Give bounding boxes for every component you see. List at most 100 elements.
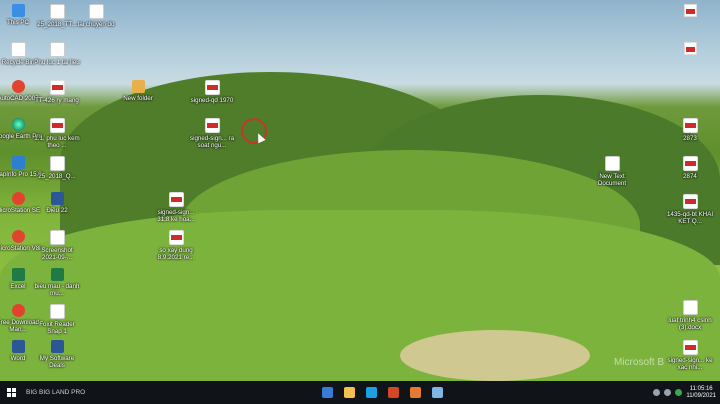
desktop-shortcut-label: signed-sign... ra soat ngu... <box>189 135 235 149</box>
taskbar-app-button[interactable] <box>338 381 360 404</box>
desktop-shortcut[interactable]: New folder <box>114 80 162 102</box>
microstation-icon <box>11 192 25 205</box>
desktop-shortcut[interactable]: 1.1. phu luc kem theo ... <box>33 118 81 149</box>
taskbar-search-label[interactable]: BIG BIG LAND PRO <box>22 389 316 396</box>
word-doc-icon <box>50 340 64 353</box>
word-doc-icon <box>50 192 64 205</box>
windows-logo-icon <box>6 388 16 397</box>
google-earth-icon <box>11 118 25 131</box>
calculator-icon <box>321 387 333 398</box>
text-doc-icon <box>604 156 620 171</box>
hill <box>400 330 590 381</box>
pdf-icon[interactable] <box>684 4 697 17</box>
desktop-shortcut[interactable]: bieu mau - danh mu... <box>33 268 81 297</box>
taskbar-app-button[interactable] <box>360 381 382 404</box>
document-icon <box>49 156 65 171</box>
desktop-shortcut[interactable]: My Software Deals <box>33 340 81 369</box>
desktop-shortcut-label: Điều 22 <box>46 207 68 214</box>
language-icon[interactable] <box>675 389 683 396</box>
app-icon <box>11 304 25 317</box>
taskbar: BIG BIG LAND PRO 11:05:16 11/09/2021 <box>0 381 720 404</box>
volume-icon[interactable] <box>664 389 672 396</box>
pdf-icon <box>49 80 65 95</box>
desktop-shortcut-label: signed-sign... ke xac nhi... <box>667 357 713 371</box>
desktop-shortcut-label: signed-qd 1970 <box>190 97 234 104</box>
desktop-shortcut-label: Foxit Reader Snap 1 <box>39 321 75 335</box>
desktop-shortcut[interactable]: signed-sign... ke xac nhi... <box>666 340 714 371</box>
desktop-shortcut-label: 1435-qd-bt KHAI KET Q... <box>666 211 714 225</box>
desktop-shortcut-label: My Software Deals <box>39 355 75 369</box>
excel-doc-icon <box>50 268 64 281</box>
recycle-bin-icon <box>10 42 26 57</box>
network-icon[interactable] <box>653 389 661 396</box>
hill <box>0 210 720 381</box>
taskbar-app-button[interactable] <box>316 381 338 404</box>
edge-icon <box>365 387 377 398</box>
pdf-icon <box>682 156 698 171</box>
document-icon <box>49 4 65 19</box>
desktop-shortcut[interactable]: signed-qd 1970 <box>188 80 236 104</box>
taskbar-app-button[interactable] <box>404 381 426 404</box>
taskbar-app-button[interactable] <box>426 381 448 404</box>
desktop-shortcut[interactable]: tai chuyen do <box>72 4 120 28</box>
desktop-shortcut[interactable]: TT-426 ry mang <box>33 80 81 104</box>
start-button[interactable] <box>0 381 22 404</box>
screenshot-icon <box>49 230 65 245</box>
clock-time: 11:05:16 <box>689 385 713 392</box>
system-tray: 11:05:16 11/09/2021 <box>653 386 720 400</box>
desktop-shortcut[interactable]: 1435-qd-bt KHAI KET Q... <box>666 194 714 225</box>
desktop[interactable]: This PC 25_2018_TT... tai chuyen do Recycle… <box>0 0 720 381</box>
notepad-icon <box>431 387 443 398</box>
desktop-shortcut-label: signed-sign... 31.8 ke hoa... <box>157 209 195 223</box>
desktop-shortcut[interactable]: signed-sign... ra soat ngu... <box>188 118 236 149</box>
desktop-shortcut[interactable]: Phu luc 1 tai lieu <box>33 42 81 66</box>
document-icon <box>88 4 104 19</box>
microstation-icon <box>11 230 25 243</box>
pdf-icon <box>682 340 698 355</box>
folder-icon <box>131 80 145 93</box>
mapinfo-icon <box>11 156 25 169</box>
desktop-shortcut[interactable]: so xay dung 8.9.2021 re... <box>152 230 200 261</box>
pdf-icon <box>49 118 65 133</box>
pdf-icon <box>682 118 698 133</box>
desktop-shortcut-label: luat trinh4 csinh (3).docx <box>668 317 712 331</box>
desktop-shortcut[interactable]: 2874 <box>666 156 714 180</box>
desktop-shortcut-label: so xay dung 8.9.2021 re... <box>157 247 195 261</box>
clock[interactable]: 11:05:16 11/09/2021 <box>686 386 716 400</box>
desktop-shortcut[interactable]: 25_2018_Q... <box>33 156 81 180</box>
desktop-shortcut[interactable]: 2873 <box>666 118 714 142</box>
document-icon <box>682 300 698 315</box>
autocad-icon <box>11 80 25 93</box>
desktop-shortcut-label: Screenshot 2021-09-... <box>41 247 73 261</box>
app-icon <box>49 304 65 319</box>
desktop-shortcut-label: bieu mau - danh mu... <box>34 283 80 297</box>
powerpoint-icon <box>387 387 399 398</box>
desktop-shortcut[interactable]: luat trinh4 csinh (3).docx <box>666 300 714 331</box>
pdf-icon <box>204 118 220 133</box>
desktop-shortcut-label: tai chuyen do <box>77 21 115 28</box>
word-icon <box>11 340 25 353</box>
taskbar-app-button[interactable] <box>382 381 404 404</box>
clock-date: 11/09/2021 <box>686 392 716 399</box>
desktop-shortcut[interactable]: Điều 22 <box>33 192 81 214</box>
desktop-shortcut[interactable]: Screenshot 2021-09-... <box>33 230 81 261</box>
desktop-shortcut-label: 25_2018_Q... <box>38 173 76 180</box>
taskbar-apps <box>316 381 448 404</box>
desktop-shortcut-label: 2873 <box>683 135 697 142</box>
watermark: Microsoft B <box>614 357 665 368</box>
pdf-icon <box>682 194 698 209</box>
excel-icon <box>11 268 25 281</box>
this-pc-icon <box>11 4 25 17</box>
desktop-shortcut-label: 2874 <box>683 173 697 180</box>
desktop-shortcut-label: New Text Document <box>597 173 627 187</box>
desktop-shortcut[interactable]: Foxit Reader Snap 1 <box>33 304 81 335</box>
pdf-icon[interactable] <box>684 42 697 55</box>
desktop-shortcut[interactable]: signed-sign... 31.8 ke hoa... <box>152 192 200 223</box>
pdf-icon <box>204 80 220 95</box>
app-icon <box>409 387 421 398</box>
pdf-icon <box>168 230 184 245</box>
desktop-shortcut-label: Phu luc 1 tai lieu <box>34 59 80 66</box>
desktop-shortcut-label: TT-426 ry mang <box>35 97 79 104</box>
desktop-shortcut[interactable]: New Text Document <box>588 156 636 187</box>
desktop-shortcut-label: New folder <box>123 95 153 102</box>
